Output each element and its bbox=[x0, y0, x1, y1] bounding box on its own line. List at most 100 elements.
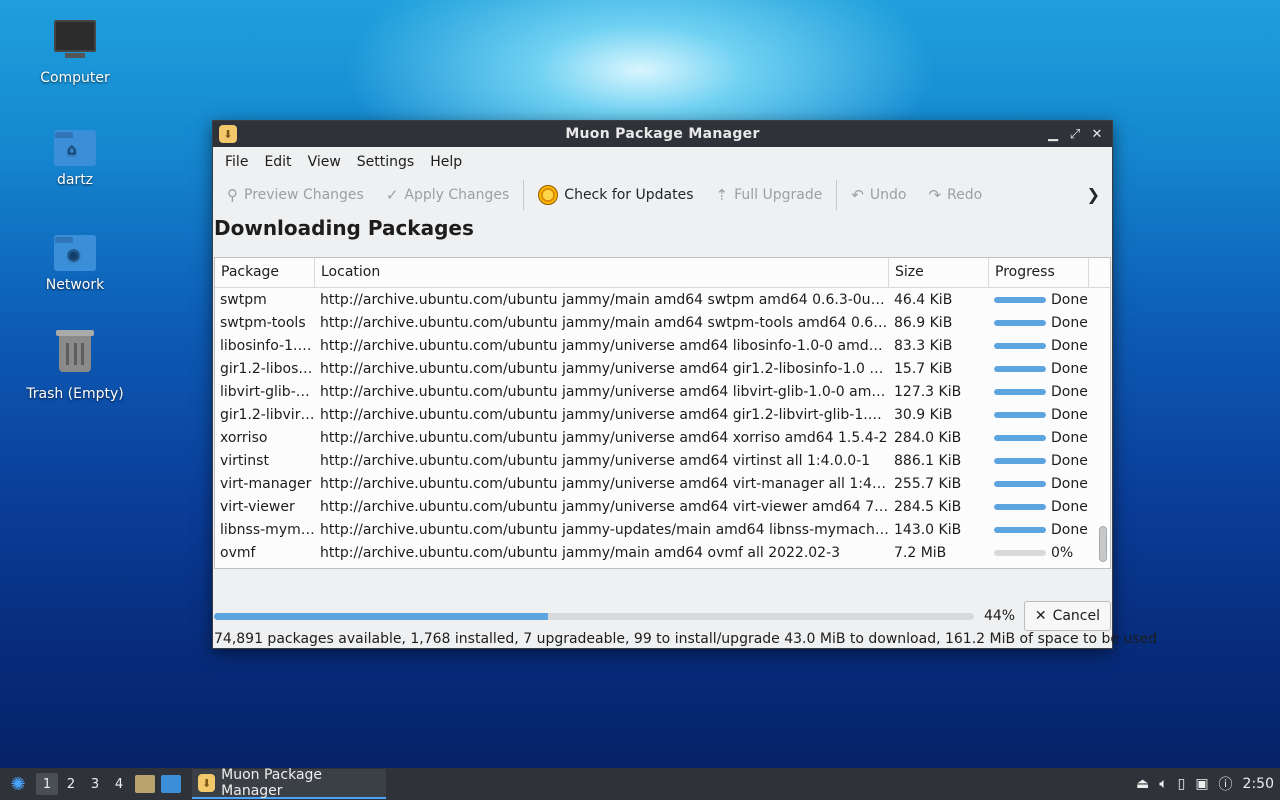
menu-settings[interactable]: Settings bbox=[349, 154, 422, 170]
package-location: http://archive.ubuntu.com/ubuntu jammy/u… bbox=[320, 337, 889, 354]
overall-progress-area: 44% ✕ Cancel bbox=[214, 601, 1111, 631]
table-row[interactable]: xorriso http://archive.ubuntu.com/ubuntu … bbox=[215, 426, 1110, 449]
package-location: http://archive.ubuntu.com/ubuntu jammy/u… bbox=[320, 498, 889, 515]
progress-status: Done bbox=[1051, 406, 1088, 423]
table-row[interactable]: virt-manager http://archive.ubuntu.com/ub… bbox=[215, 472, 1110, 495]
full-upgrade-button[interactable]: ⇡ Full Upgrade bbox=[716, 186, 823, 204]
cancel-label: Cancel bbox=[1052, 608, 1100, 624]
trash-icon bbox=[53, 330, 97, 380]
table-row[interactable]: libosinfo-1.0-0 http://archive.ubuntu.com… bbox=[215, 334, 1110, 357]
column-package[interactable]: Package bbox=[215, 258, 315, 287]
redo-icon: ↷ bbox=[928, 186, 942, 204]
progress-bar bbox=[994, 388, 1046, 395]
table-row[interactable]: ovmf http://archive.ubuntu.com/ubuntu jam… bbox=[215, 541, 1110, 564]
progress-bar bbox=[994, 503, 1046, 510]
package-size: 15.7 KiB bbox=[894, 360, 953, 377]
workspace-4[interactable]: 4 bbox=[108, 773, 130, 795]
package-location: http://archive.ubuntu.com/ubuntu jammy/u… bbox=[320, 360, 889, 377]
progress-status: Done bbox=[1051, 452, 1088, 469]
clock[interactable]: 2:50 bbox=[1243, 776, 1274, 792]
desktop-icon-home[interactable]: ⌂ dartz bbox=[15, 122, 135, 188]
minimize-icon[interactable]: ▁ bbox=[1044, 125, 1062, 143]
full-upgrade-label: Full Upgrade bbox=[734, 187, 823, 203]
package-name: libvirt-glib-1.0-0 bbox=[220, 383, 315, 400]
package-location: http://archive.ubuntu.com/ubuntu jammy/u… bbox=[320, 406, 889, 423]
check-updates-label: Check for Updates bbox=[564, 187, 694, 203]
menu-edit[interactable]: Edit bbox=[256, 154, 299, 170]
menu-help[interactable]: Help bbox=[422, 154, 470, 170]
muon-app-icon: ⬇ bbox=[198, 774, 216, 792]
progress-fill bbox=[994, 388, 1046, 395]
network-icon[interactable]: ▣ bbox=[1195, 776, 1208, 792]
workspace-2[interactable]: 2 bbox=[60, 773, 82, 795]
menu-file[interactable]: File bbox=[217, 154, 256, 170]
progress-status: Done bbox=[1051, 521, 1088, 538]
package-progress: Done bbox=[989, 338, 1089, 354]
network-folder-icon: ◉ bbox=[53, 227, 97, 271]
check-updates-button[interactable]: Check for Updates bbox=[538, 185, 694, 205]
undo-icon: ↶ bbox=[851, 186, 864, 204]
clipboard-icon[interactable]: ▯ bbox=[1178, 776, 1186, 792]
eject-icon[interactable]: ⏏ bbox=[1136, 776, 1149, 792]
progress-bar bbox=[994, 319, 1046, 326]
window-titlebar[interactable]: ⬇ Muon Package Manager ▁ ⤢ ✕ bbox=[213, 121, 1112, 147]
apply-changes-label: Apply Changes bbox=[404, 187, 510, 203]
column-location[interactable]: Location bbox=[315, 258, 889, 287]
progress-status: 0% bbox=[1051, 544, 1074, 561]
menu-view[interactable]: View bbox=[300, 154, 349, 170]
package-name: gir1.2-libvirt-glib-1.0 bbox=[220, 406, 315, 423]
scrollbar-thumb[interactable] bbox=[1099, 526, 1107, 562]
close-icon[interactable]: ✕ bbox=[1088, 125, 1106, 143]
progress-bar bbox=[994, 411, 1046, 418]
maximize-icon[interactable]: ⤢ bbox=[1066, 125, 1084, 143]
cancel-button[interactable]: ✕ Cancel bbox=[1023, 601, 1111, 631]
update-notifier-icon[interactable]: ⓘ bbox=[1219, 774, 1233, 794]
vertical-scrollbar[interactable] bbox=[1099, 288, 1107, 568]
table-row[interactable]: swtpm-tools http://archive.ubuntu.com/ubu… bbox=[215, 311, 1110, 334]
package-size: 7.2 MiB bbox=[894, 544, 947, 561]
column-progress[interactable]: Progress bbox=[989, 258, 1089, 287]
volume-icon[interactable]: 🔈︎ bbox=[1159, 776, 1167, 792]
redo-button[interactable]: ↷ Redo bbox=[929, 186, 983, 204]
progress-bar bbox=[994, 526, 1046, 533]
start-menu-icon[interactable]: ✺ bbox=[6, 772, 30, 796]
desktop-icon-computer[interactable]: Computer bbox=[15, 18, 135, 86]
table-row[interactable]: gir1.2-libvirt-glib-1.0 http://archive.ub… bbox=[215, 403, 1110, 426]
toolbar-separator bbox=[836, 180, 838, 210]
table-row[interactable]: libvirt-glib-1.0-0 http://archive.ubuntu.… bbox=[215, 380, 1110, 403]
package-location: http://archive.ubuntu.com/ubuntu jammy/u… bbox=[320, 475, 889, 492]
desktop-icon-label: Network bbox=[45, 277, 105, 293]
upgrade-icon: ⇡ bbox=[715, 186, 729, 204]
toolbar-separator bbox=[523, 180, 525, 210]
status-bar: 74,891 packages available, 1,768 install… bbox=[214, 631, 1158, 647]
table-row[interactable]: libnss-mymachines http://archive.ubuntu.c… bbox=[215, 518, 1110, 541]
taskbar-item-muon[interactable]: ⬇ Muon Package Manager bbox=[192, 767, 386, 799]
apply-changes-button[interactable]: ✓ Apply Changes bbox=[386, 186, 509, 204]
preview-changes-button[interactable]: ⚲ Preview Changes bbox=[227, 186, 364, 204]
workspace-3[interactable]: 3 bbox=[84, 773, 106, 795]
progress-status: Done bbox=[1051, 429, 1088, 446]
package-size: 284.0 KiB bbox=[894, 429, 962, 446]
desktop-icon-network[interactable]: ◉ Network bbox=[15, 227, 135, 293]
progress-fill bbox=[994, 365, 1046, 372]
progress-fill bbox=[994, 411, 1046, 418]
table-row[interactable]: swtpm http://archive.ubuntu.com/ubuntu ja… bbox=[215, 288, 1110, 311]
progress-bar bbox=[994, 342, 1046, 349]
progress-bar bbox=[994, 434, 1046, 441]
progress-fill bbox=[994, 526, 1046, 533]
package-location: http://archive.ubuntu.com/ubuntu jammy/m… bbox=[320, 314, 889, 331]
chevron-right-icon[interactable]: ❯ bbox=[1087, 185, 1100, 204]
show-desktop-icon[interactable] bbox=[161, 775, 181, 793]
workspace-1[interactable]: 1 bbox=[36, 773, 58, 795]
file-manager-icon[interactable] bbox=[135, 775, 155, 793]
progress-status: Done bbox=[1051, 337, 1088, 354]
desktop-icon-trash[interactable]: Trash (Empty) bbox=[15, 330, 135, 402]
table-row[interactable]: gir1.2-libosinfo-1.0 http://archive.ubunt… bbox=[215, 357, 1110, 380]
toolbar: ⚲ Preview Changes ✓ Apply Changes Check … bbox=[213, 177, 1112, 213]
column-size[interactable]: Size bbox=[889, 258, 989, 287]
preview-changes-label: Preview Changes bbox=[244, 187, 364, 203]
undo-button[interactable]: ↶ Undo bbox=[851, 186, 906, 204]
package-name: virt-manager bbox=[220, 475, 312, 492]
table-row[interactable]: virt-viewer http://archive.ubuntu.com/ubu… bbox=[215, 495, 1110, 518]
table-row[interactable]: virtinst http://archive.ubuntu.com/ubuntu… bbox=[215, 449, 1110, 472]
